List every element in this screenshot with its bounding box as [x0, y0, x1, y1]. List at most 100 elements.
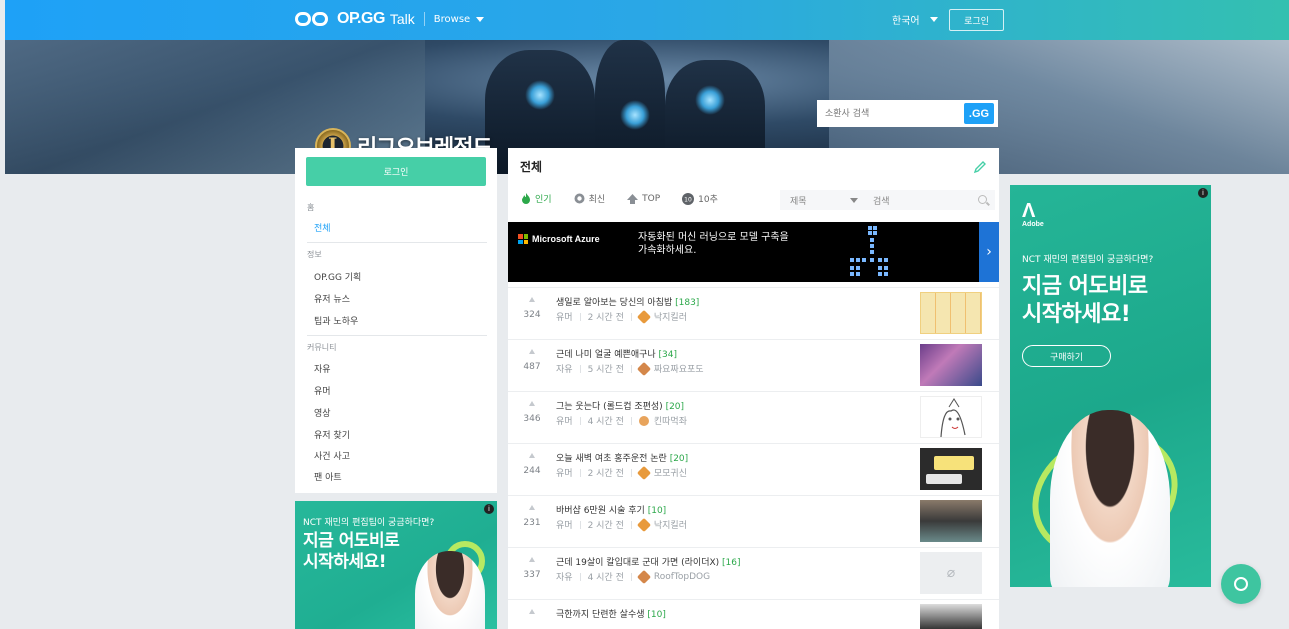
ad-person-image: [415, 551, 485, 629]
chevron-down-icon: [850, 198, 858, 203]
comment-count: [10]: [647, 506, 667, 516]
list-item[interactable]: 346 그는 웃는다 (롤드컵 조편성) [20] 유머 4 시간 전 킨따먹좌: [508, 391, 999, 443]
tab-latest[interactable]: 최신: [574, 192, 605, 205]
post-author[interactable]: 낙지킬러: [654, 518, 687, 531]
tab-label: 인기: [535, 195, 552, 205]
ad-question: NCT 재민의 편집팁이 궁금하다면?: [303, 518, 435, 528]
no-image-icon[interactable]: ⌀: [920, 552, 982, 594]
upvote-icon[interactable]: [529, 349, 535, 354]
post-title[interactable]: 그는 웃는다 (롤드컵 조편성) [20]: [556, 399, 684, 412]
post-time: 4 시간 전: [587, 573, 624, 583]
sidebar-item-incidents[interactable]: 사건 사고: [314, 449, 350, 462]
upvote-icon[interactable]: [529, 609, 535, 614]
post-title[interactable]: 근데 19살이 칼입대로 군대 가면 (라이더X) [16]: [556, 555, 741, 568]
ad-info-icon[interactable]: i: [1198, 188, 1208, 198]
upvote-icon[interactable]: [529, 401, 535, 406]
tab-label: 10추: [698, 195, 718, 205]
upvote-icon[interactable]: [529, 505, 535, 510]
fire-icon: [522, 193, 530, 204]
sidebar-item-free[interactable]: 자유: [314, 362, 331, 375]
ad-headline-line1: 지금 어도비로: [1022, 274, 1148, 299]
post-meta: 유머 2 시간 전 낙지킬러: [556, 517, 687, 532]
list-item[interactable]: 337 근데 19살이 칼입대로 군대 가면 (라이더X) [16] 자유 4 시…: [508, 547, 999, 599]
search-gg-button[interactable]: .GG: [964, 103, 994, 124]
chevron-down-icon: [476, 16, 485, 22]
post-title[interactable]: 근데 나미 얼굴 예쁜애구나 [34]: [556, 347, 677, 360]
chevron-right-icon[interactable]: ›: [979, 222, 999, 282]
tier-badge-icon: [636, 465, 651, 480]
list-item[interactable]: 324 생일로 알아보는 당신의 아침밥 [183] 유머 2 시간 전 낙지킬러: [508, 287, 999, 339]
post-thumbnail[interactable]: [920, 396, 982, 438]
search-filter-select[interactable]: 제목: [780, 190, 866, 210]
sidebar-item-find-user[interactable]: 유저 찾기: [314, 428, 350, 441]
filter-select-value: 제목: [790, 196, 807, 207]
post-title[interactable]: 극한까지 단련한 살수생 [10]: [556, 607, 666, 620]
post-time: 4 시간 전: [587, 417, 624, 427]
post-title[interactable]: 바버샵 6만원 시술 후기 [10]: [556, 503, 666, 516]
top-navigation-bar: OP.GG Talk Browse 한국어 로그인: [5, 0, 1289, 40]
chat-help-button[interactable]: [1221, 564, 1261, 604]
tab-ten-recommend[interactable]: 10 10추: [682, 192, 718, 205]
sidebar-item-tips[interactable]: 팁과 노하우: [314, 314, 358, 327]
adobe-brand: Adobe: [1022, 221, 1044, 228]
comment-count: [183]: [675, 298, 700, 308]
post-time: 5 시간 전: [587, 365, 624, 375]
post-author[interactable]: 모모귀신: [654, 466, 687, 479]
tab-popular[interactable]: 인기: [521, 192, 552, 205]
tab-label: TOP: [642, 193, 661, 204]
post-category: 유머: [556, 521, 573, 531]
pencil-icon[interactable]: [973, 160, 987, 174]
sidebar-item-fan-art[interactable]: 팬 아트: [314, 470, 342, 483]
post-search-input[interactable]: 검색: [865, 190, 995, 210]
upvote-icon[interactable]: [529, 557, 535, 562]
svg-text:10: 10: [684, 196, 692, 203]
advertisement-left[interactable]: i NCT 재민의 편집팁이 궁금하다면? 지금 어도비로 시작하세요!: [295, 501, 497, 629]
post-category: 자유: [556, 573, 573, 583]
comment-count: [20]: [665, 402, 685, 412]
ad-info-icon[interactable]: i: [484, 504, 494, 514]
buy-button[interactable]: 구매하기: [1022, 345, 1111, 367]
post-thumbnail[interactable]: [920, 292, 982, 334]
post-author[interactable]: 킨따먹좌: [654, 414, 687, 427]
sidebar-item-humor[interactable]: 유머: [314, 384, 331, 397]
tier-badge-icon: [636, 517, 651, 532]
post-search-placeholder: 검색: [873, 196, 890, 207]
list-item[interactable]: 487 근데 나미 얼굴 예쁜애구나 [34] 자유 5 시간 전 짜요짜요포도: [508, 339, 999, 391]
sidebar: 로그인 홈 전체 정보 OP.GG 기획 유저 뉴스 팁과 노하우 커뮤니티 자…: [295, 148, 497, 493]
post-author[interactable]: 낙지킬러: [654, 310, 687, 323]
post-author[interactable]: RoofTopDOG: [654, 572, 710, 582]
vote-count: 324: [523, 310, 541, 320]
post-thumbnail[interactable]: [920, 344, 982, 386]
sidebar-item-all[interactable]: 전체: [314, 221, 331, 234]
post-thumbnail[interactable]: [920, 604, 982, 629]
sidebar-section-info: 정보: [307, 250, 322, 259]
list-item[interactable]: 극한까지 단련한 살수생 [10]: [508, 599, 999, 629]
list-item[interactable]: 244 오늘 새벽 여초 홍주운전 논란 [20] 유머 2 시간 전 모모귀신: [508, 443, 999, 495]
list-item[interactable]: 231 바버샵 6만원 시술 후기 [10] 유머 2 시간 전 낙지킬러: [508, 495, 999, 547]
upvote-icon[interactable]: [529, 297, 535, 302]
post-title[interactable]: 생일로 알아보는 당신의 아침밥 [183]: [556, 295, 699, 308]
post-title[interactable]: 오늘 새벽 여초 홍주운전 논란 [20]: [556, 451, 688, 464]
search-icon[interactable]: [978, 195, 987, 204]
sidebar-item-user-news[interactable]: 유저 뉴스: [314, 292, 350, 305]
advertisement-right[interactable]: i Λ Adobe NCT 재민의 편집팁이 궁금하다면? 지금 어도비로 시작…: [1010, 185, 1211, 587]
upvote-icon[interactable]: [529, 453, 535, 458]
inline-advertisement[interactable]: Microsoft Azure 자동화된 머신 러닝으로 모델 구축을 가속화하…: [508, 222, 999, 282]
post-author[interactable]: 짜요짜요포도: [654, 362, 704, 375]
vote-count: 337: [523, 570, 541, 580]
post-meta: 유머 4 시간 전 킨따먹좌: [556, 413, 687, 428]
post-thumbnail[interactable]: [920, 500, 982, 542]
tab-top[interactable]: TOP: [627, 193, 661, 204]
sidebar-login-button[interactable]: 로그인: [306, 157, 486, 186]
chevron-down-icon: [929, 17, 938, 22]
summoner-search-input[interactable]: [817, 100, 961, 127]
language-selector[interactable]: 한국어: [892, 12, 938, 27]
post-thumbnail[interactable]: [920, 448, 982, 490]
tier-badge-icon: [636, 413, 651, 428]
sidebar-item-video[interactable]: 영상: [314, 406, 331, 419]
opgg-talk-logo[interactable]: OP.GG Talk Browse: [295, 10, 485, 28]
microsoft-logo-icon: [518, 234, 528, 244]
login-button[interactable]: 로그인: [949, 9, 1004, 31]
sidebar-item-opgg-plan[interactable]: OP.GG 기획: [314, 270, 361, 283]
browse-dropdown[interactable]: Browse: [434, 14, 485, 25]
